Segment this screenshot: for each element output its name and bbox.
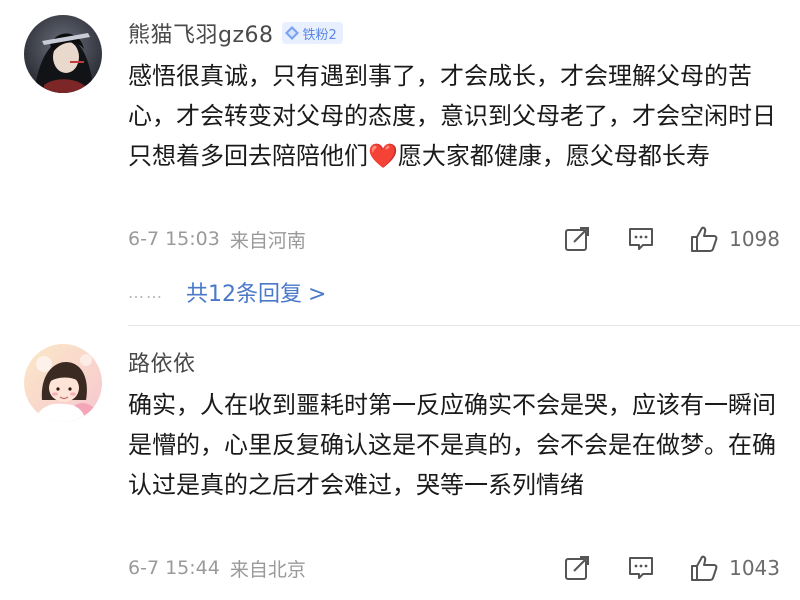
- reply-button[interactable]: [627, 554, 655, 582]
- location: 来自河南: [229, 229, 306, 252]
- comment-item: 熊猫飞羽gz68 铁粉2 感悟很真诚，只有遇到事了，才会成长，才会理解父母的苦心…: [0, 0, 800, 325]
- username-row: 路依依: [128, 346, 196, 378]
- comment-meta: 6-7 15:44 来自北京 1043: [128, 552, 780, 584]
- reply-button[interactable]: [627, 225, 655, 253]
- fan-badge[interactable]: 铁粉2: [281, 22, 343, 44]
- comment-item: 路依依 确实，人在收到噩耗时第一反应确实不会是哭，应该有一瞬间是懵的，心里反复确…: [0, 326, 800, 600]
- timestamp: 6-7 15:03: [128, 228, 220, 250]
- location: 来自北京: [229, 558, 306, 581]
- diamond-icon: [284, 26, 299, 40]
- username-row: 熊猫飞羽gz68 铁粉2: [128, 17, 343, 49]
- view-replies-label: 共12条回复: [186, 282, 302, 307]
- thumbs-up-icon: [691, 555, 718, 581]
- like-button[interactable]: 1043: [689, 553, 780, 583]
- comment-icon: [629, 557, 654, 579]
- action-bar: 1043: [563, 552, 780, 584]
- replies-row: …… 共12条回复 >: [128, 275, 326, 309]
- avatar[interactable]: [24, 15, 102, 93]
- comment-text: 确实，人在收到噩耗时第一反应确实不会是哭，应该有一瞬间是懵的，心里反复确认这是不…: [128, 391, 776, 499]
- share-icon: [565, 227, 590, 251]
- action-bar: 1098: [563, 223, 780, 255]
- avatar-image: [24, 344, 102, 422]
- fan-badge-label: 铁粉2: [302, 27, 337, 43]
- share-icon: [565, 556, 590, 580]
- like-button[interactable]: 1098: [689, 224, 780, 254]
- chevron-right-icon: >: [308, 282, 327, 307]
- timestamp: 6-7 15:44: [128, 557, 220, 579]
- share-button[interactable]: [563, 554, 591, 582]
- avatar[interactable]: [24, 344, 102, 422]
- thumbs-up-icon: [691, 226, 718, 252]
- comment-meta: 6-7 15:03 来自河南 1098: [128, 223, 780, 255]
- replies-ellipsis: ……: [128, 282, 164, 302]
- like-count: 1043: [729, 556, 780, 580]
- view-replies-link[interactable]: 共12条回复 >: [186, 276, 326, 308]
- username[interactable]: 熊猫飞羽gz68: [128, 17, 274, 49]
- username[interactable]: 路依依: [128, 346, 196, 378]
- avatar-image: [24, 15, 102, 93]
- comment-icon: [629, 228, 654, 250]
- like-count: 1098: [729, 227, 780, 251]
- share-button[interactable]: [563, 225, 591, 253]
- comment-text: 感悟很真诚，只有遇到事了，才会成长，才会理解父母的苦心，才会转变对父母的态度，意…: [128, 62, 776, 170]
